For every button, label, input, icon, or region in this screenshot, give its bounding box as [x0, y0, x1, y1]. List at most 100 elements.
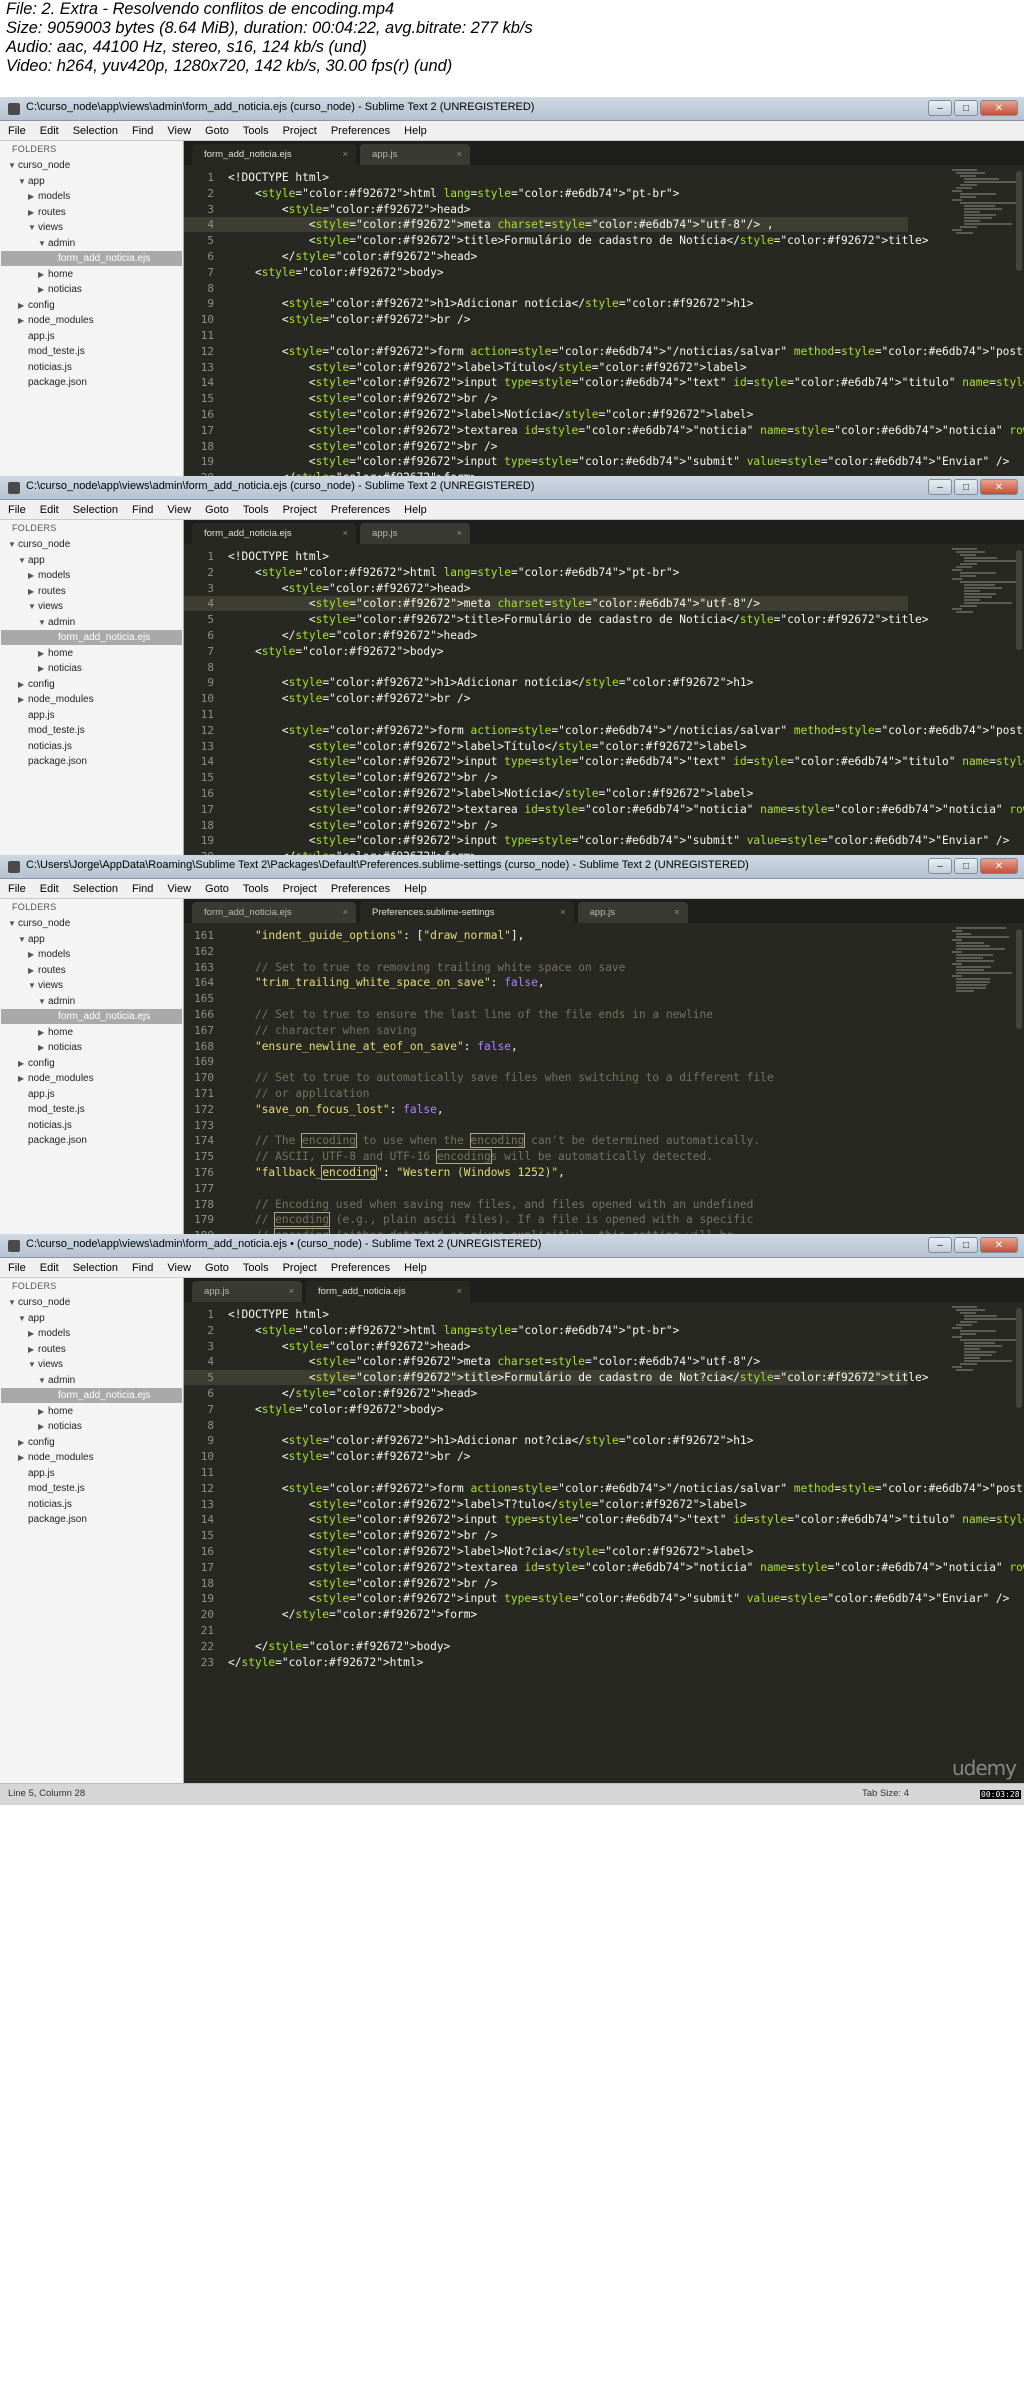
- sidebar-item-form-add-noticia-ejs[interactable]: form_add_noticia.ejs: [48, 251, 150, 266]
- code-line[interactable]: <style="color:#f92672">br />: [228, 392, 498, 405]
- sidebar-item-form-add-noticia-ejs[interactable]: form_add_noticia.ejs: [48, 630, 150, 645]
- tab-close-icon[interactable]: ×: [288, 1281, 294, 1302]
- sidebar-item-noticias-js[interactable]: noticias.js: [18, 1118, 72, 1133]
- sidebar-item-mod-teste-js[interactable]: mod_teste.js: [18, 723, 85, 738]
- menu-edit[interactable]: Edit: [40, 1262, 59, 1274]
- menu-preferences[interactable]: Preferences: [331, 1262, 390, 1274]
- sidebar-item-routes[interactable]: ▶ routes: [28, 205, 66, 220]
- menu-tools[interactable]: Tools: [243, 504, 269, 516]
- code-line[interactable]: <!DOCTYPE html>: [228, 1308, 329, 1321]
- code-line[interactable]: <style="color:#f92672">label>Notícia</st…: [228, 408, 754, 421]
- code-line[interactable]: <style="color:#f92672">label>Título</sty…: [228, 361, 747, 374]
- code-line[interactable]: <style="color:#f92672">label>Not?cia</st…: [228, 1545, 754, 1558]
- code-line[interactable]: <style="color:#f92672">head>: [228, 1340, 471, 1353]
- code-line[interactable]: </style="color:#f92672">head>: [228, 1387, 477, 1400]
- sidebar-item-app[interactable]: ▼ app: [18, 174, 45, 189]
- code-line[interactable]: <style="color:#f92672">html lang=style="…: [228, 1324, 679, 1337]
- sidebar-item-config[interactable]: ▶ config: [18, 1056, 55, 1071]
- code-line[interactable]: <style="color:#f92672">br />: [228, 1529, 498, 1542]
- sidebar-item-form-add-noticia-ejs[interactable]: form_add_noticia.ejs: [48, 1388, 150, 1403]
- close-button[interactable]: ✕: [980, 858, 1018, 874]
- code-line[interactable]: <style="color:#f92672">br />: [228, 692, 471, 705]
- sidebar-item-views[interactable]: ▼ views: [28, 220, 63, 235]
- menu-find[interactable]: Find: [132, 125, 153, 137]
- code-line[interactable]: // ASCII, UTF-8 and UTF-16 encodings wil…: [228, 1149, 713, 1165]
- sidebar-item-mod-teste-js[interactable]: mod_teste.js: [18, 344, 85, 359]
- menu-selection[interactable]: Selection: [73, 504, 118, 516]
- menu-find[interactable]: Find: [132, 883, 153, 895]
- code-line[interactable]: <style="color:#f92672">input type=style=…: [228, 1592, 1010, 1605]
- sidebar-item-routes[interactable]: ▶ routes: [28, 1342, 66, 1357]
- menu-help[interactable]: Help: [404, 125, 427, 137]
- menu-preferences[interactable]: Preferences: [331, 504, 390, 516]
- tab-form-add-noticia-ejs[interactable]: form_add_noticia.ejs ×: [192, 144, 356, 165]
- code-line[interactable]: <style="color:#f92672">input type=style=…: [228, 1513, 1024, 1526]
- sidebar-item-noticias[interactable]: ▶ noticias: [38, 1419, 82, 1434]
- menu-view[interactable]: View: [167, 883, 191, 895]
- sidebar-item-curso-node[interactable]: ▼ curso_node: [8, 158, 70, 173]
- tab-app-js[interactable]: app.js ×: [360, 523, 470, 544]
- sidebar-item-config[interactable]: ▶ config: [18, 298, 55, 313]
- code-line[interactable]: <style="color:#f92672">h1>Adicionar not?…: [228, 1434, 754, 1447]
- code-line[interactable]: <style="color:#f92672">head>: [228, 582, 471, 595]
- tab-close-icon[interactable]: ×: [456, 523, 462, 544]
- sidebar-item-noticias[interactable]: ▶ noticias: [38, 661, 82, 676]
- minimap[interactable]: [952, 169, 1022, 239]
- sidebar-item-home[interactable]: ▶ home: [38, 1404, 73, 1419]
- minimize-button[interactable]: –: [928, 100, 952, 116]
- sidebar-item-routes[interactable]: ▶ routes: [28, 584, 66, 599]
- code-line[interactable]: <style="color:#f92672">textarea id=style…: [228, 1561, 1024, 1574]
- sidebar-item-home[interactable]: ▶ home: [38, 1025, 73, 1040]
- maximize-button[interactable]: □: [954, 1237, 978, 1253]
- tab-close-icon[interactable]: ×: [342, 523, 348, 544]
- code-line[interactable]: </style="color:#f92672">head>: [228, 629, 477, 642]
- code-line[interactable]: <style="color:#f92672">body>: [228, 266, 444, 279]
- sidebar-item-routes[interactable]: ▶ routes: [28, 963, 66, 978]
- code-line[interactable]: <style="color:#f92672">input type=style=…: [228, 755, 1024, 768]
- menu-tools[interactable]: Tools: [243, 883, 269, 895]
- tab-close-icon[interactable]: ×: [456, 1281, 462, 1302]
- sidebar-item-admin[interactable]: ▼ admin: [38, 615, 75, 630]
- sidebar-item-app[interactable]: ▼ app: [18, 1311, 45, 1326]
- menu-find[interactable]: Find: [132, 1262, 153, 1274]
- menu-preferences[interactable]: Preferences: [331, 883, 390, 895]
- code-line[interactable]: <style="color:#f92672">form action=style…: [228, 345, 1024, 358]
- code-line[interactable]: <style="color:#f92672">meta charset=styl…: [228, 1355, 760, 1368]
- sidebar-item-views[interactable]: ▼ views: [28, 978, 63, 993]
- menu-view[interactable]: View: [167, 125, 191, 137]
- menu-project[interactable]: Project: [283, 1262, 317, 1274]
- code-line[interactable]: <style="color:#f92672">h1>Adicionar notí…: [228, 297, 754, 310]
- code-line[interactable]: <style="color:#f92672">textarea id=style…: [228, 803, 1024, 816]
- code-line[interactable]: <!DOCTYPE html>: [228, 550, 329, 563]
- menu-edit[interactable]: Edit: [40, 125, 59, 137]
- code-line[interactable]: <style="color:#f92672">input type=style=…: [228, 376, 1024, 389]
- close-button[interactable]: ✕: [980, 479, 1018, 495]
- sidebar-item-form-add-noticia-ejs[interactable]: form_add_noticia.ejs: [48, 1009, 150, 1024]
- sidebar-item-curso-node[interactable]: ▼ curso_node: [8, 1295, 70, 1310]
- menu-selection[interactable]: Selection: [73, 883, 118, 895]
- tab-form-add-noticia-ejs[interactable]: form_add_noticia.ejs ×: [192, 523, 356, 544]
- menu-help[interactable]: Help: [404, 504, 427, 516]
- sidebar-item-views[interactable]: ▼ views: [28, 599, 63, 614]
- sidebar-item-app[interactable]: ▼ app: [18, 932, 45, 947]
- menu-goto[interactable]: Goto: [205, 504, 229, 516]
- menu-view[interactable]: View: [167, 1262, 191, 1274]
- code-line[interactable]: // Set to true to removing trailing whit…: [228, 961, 625, 974]
- sidebar-item-mod-teste-js[interactable]: mod_teste.js: [18, 1102, 85, 1117]
- code-line[interactable]: <style="color:#f92672">body>: [228, 645, 444, 658]
- menu-file[interactable]: File: [8, 504, 26, 516]
- code-line[interactable]: <style="color:#f92672">h1>Adicionar notí…: [228, 676, 754, 689]
- menu-help[interactable]: Help: [404, 1262, 427, 1274]
- minimize-button[interactable]: –: [928, 479, 952, 495]
- menu-project[interactable]: Project: [283, 125, 317, 137]
- sidebar-item-node-modules[interactable]: ▶ node_modules: [18, 313, 94, 328]
- tab-form-add-noticia-ejs[interactable]: form_add_noticia.ejs ×: [306, 1281, 470, 1302]
- minimize-button[interactable]: –: [928, 858, 952, 874]
- vertical-scrollbar[interactable]: [1016, 1308, 1022, 1408]
- code-line[interactable]: <style="color:#f92672">title>Formulário …: [228, 234, 929, 247]
- code-line[interactable]: </style="color:#f92672">form>: [228, 1608, 477, 1621]
- code-line[interactable]: // encoding (e.g., plain ascii files). I…: [228, 1212, 753, 1228]
- status-right-text[interactable]: Tab Size: 4: [862, 1788, 909, 1799]
- menu-goto[interactable]: Goto: [205, 883, 229, 895]
- tab-close-icon[interactable]: ×: [456, 144, 462, 165]
